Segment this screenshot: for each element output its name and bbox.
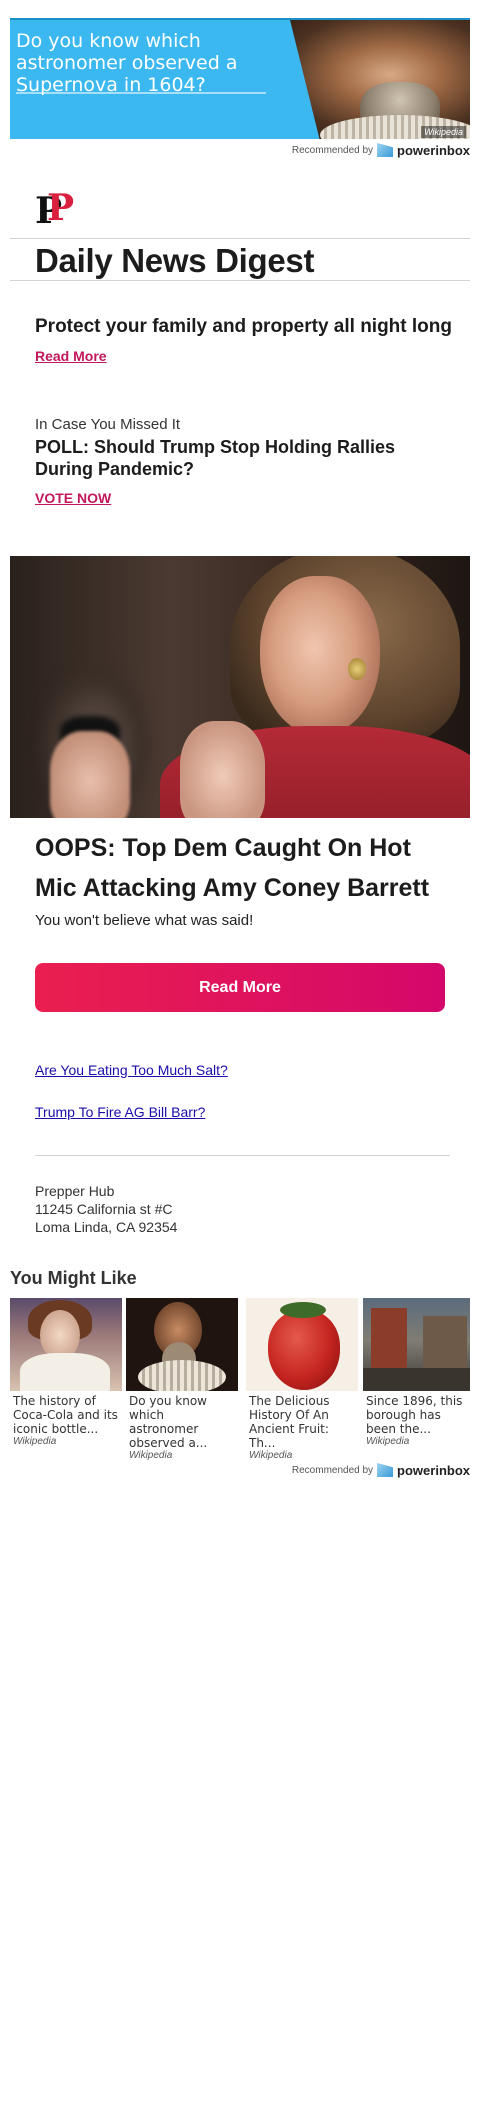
card-source: Wikipedia: [129, 1450, 173, 1461]
ad-portrait-image[interactable]: Wikipedia: [290, 20, 470, 139]
recommended-by-top[interactable]: Recommended by powerinbox: [292, 141, 470, 159]
brand-logo: P P: [35, 187, 75, 229]
powerinbox-brand: powerinbox: [397, 1462, 470, 1478]
divider-footer: [35, 1155, 450, 1156]
card-title[interactable]: The Delicious History Of An Ancient Frui…: [246, 1391, 358, 1450]
ad-image-source: Wikipedia: [421, 126, 466, 138]
card-title[interactable]: Do you know which astronomer observed a.…: [126, 1391, 238, 1450]
hero-image[interactable]: [10, 556, 470, 818]
logo-letter-red: P: [47, 187, 75, 229]
recommended-by-bottom[interactable]: Recommended by powerinbox: [292, 1461, 470, 1479]
thumb-leaves: [280, 1302, 326, 1318]
hero-face: [260, 576, 380, 736]
card-thumbnail-astronomer[interactable]: [126, 1298, 238, 1391]
thumb-building: [423, 1316, 467, 1368]
thumb-strawberry: [268, 1310, 340, 1390]
card-thumbnail-borough[interactable]: [363, 1298, 470, 1391]
card-thumbnail-cocacola[interactable]: [10, 1298, 122, 1391]
recommendation-card[interactable]: Since 1896, this borough has been the...…: [363, 1298, 470, 1447]
hero-hand-right: [180, 721, 265, 818]
thumb-building: [371, 1308, 407, 1368]
address-city: Loma Linda, CA 92354: [35, 1219, 178, 1235]
powerinbox-brand: powerinbox: [397, 142, 470, 158]
thumb-collar: [138, 1360, 226, 1391]
headline-protect-family: Protect your family and property all nig…: [35, 316, 452, 337]
card-source: Wikipedia: [249, 1450, 293, 1461]
recommendation-card[interactable]: The Delicious History Of An Ancient Frui…: [246, 1298, 358, 1461]
poll-headline: POLL: Should Trump Stop Holding Rallies …: [35, 437, 395, 479]
powerinbox-icon: [377, 1463, 394, 1477]
hero-earring: [348, 658, 366, 680]
thumb-dress: [20, 1353, 110, 1391]
card-source: Wikipedia: [366, 1436, 410, 1447]
card-source: Wikipedia: [13, 1436, 57, 1447]
read-more-button[interactable]: Read More: [35, 963, 445, 1012]
powerinbox-icon: [377, 143, 394, 157]
barr-article-link[interactable]: Trump To Fire AG Bill Barr?: [35, 1104, 205, 1120]
recommended-label: Recommended by: [291, 1464, 374, 1476]
main-subline: You won't believe what was said!: [35, 912, 254, 929]
recommendation-card[interactable]: The history of Coca-Cola and its iconic …: [10, 1298, 122, 1447]
card-title[interactable]: Since 1896, this borough has been the...: [363, 1391, 470, 1436]
you-might-like-heading: You Might Like: [10, 1268, 137, 1288]
divider-top: [10, 238, 470, 239]
main-headline[interactable]: OOPS: Top Dem Caught On Hot Mic Attackin…: [35, 828, 455, 908]
vote-now-link[interactable]: VOTE NOW: [35, 490, 111, 506]
newsletter-title: Daily News Digest: [35, 242, 315, 279]
card-title[interactable]: The history of Coca-Cola and its iconic …: [10, 1391, 122, 1436]
thumb-street: [363, 1368, 470, 1391]
recommended-label: Recommended by: [291, 144, 374, 156]
read-more-link[interactable]: Read More: [35, 348, 107, 364]
address-street: 11245 California st #C: [35, 1201, 173, 1217]
icymi-label: In Case You Missed It: [35, 416, 181, 433]
salt-article-link[interactable]: Are You Eating Too Much Salt?: [35, 1062, 228, 1078]
address-name: Prepper Hub: [35, 1183, 115, 1199]
ad-divider: [16, 92, 266, 94]
top-ad-banner[interactable]: Do you know which astronomer observed a …: [10, 18, 470, 139]
ad-headline[interactable]: Do you know which astronomer observed a …: [16, 30, 266, 96]
card-thumbnail-strawberry[interactable]: [246, 1298, 358, 1391]
hero-hand-left: [50, 731, 130, 818]
divider-title: [10, 280, 470, 281]
recommendation-card[interactable]: Do you know which astronomer observed a.…: [126, 1298, 238, 1461]
